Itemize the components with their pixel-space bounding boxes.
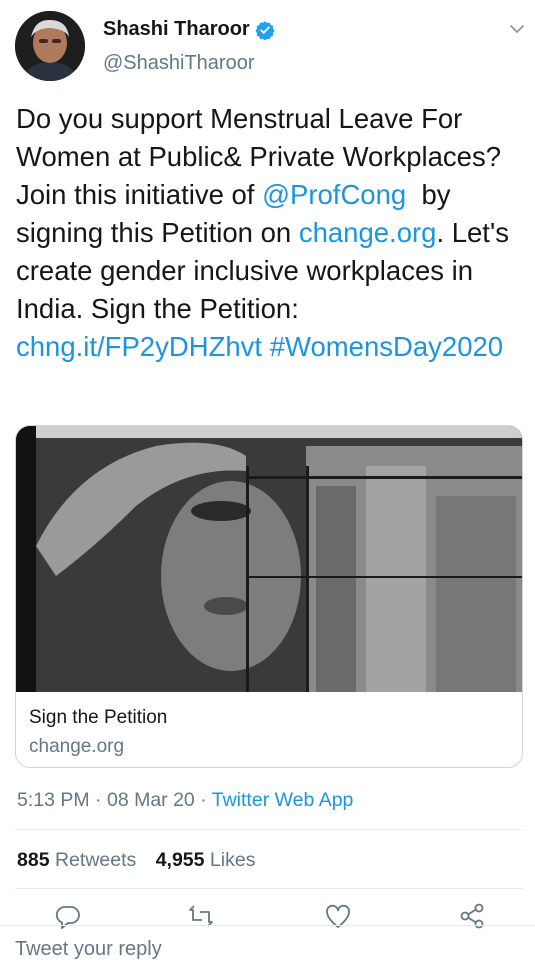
retweets-label: Retweets: [54, 849, 137, 871]
card-title: Sign the Petition: [29, 707, 168, 728]
tweet-stats: 885 Retweets 4,955 Likes: [17, 849, 255, 872]
link-card[interactable]: Sign the Petition change.org: [15, 425, 523, 768]
display-name[interactable]: Shashi Tharoor: [103, 18, 250, 41]
tweet-text: Do you support Menstrual Leave For Women…: [16, 100, 521, 366]
action-bar: [0, 900, 535, 929]
avatar-photo: [15, 11, 85, 81]
tweet-link[interactable]: change.org: [299, 217, 437, 248]
likes-stat[interactable]: 4,955 Likes: [156, 849, 256, 871]
meta-separator: ·: [194, 789, 212, 811]
divider: [15, 888, 523, 889]
divider: [15, 829, 523, 830]
tweet-date[interactable]: 08 Mar 20: [107, 789, 195, 811]
card-domain: change.org: [29, 736, 125, 757]
likes-label: Likes: [209, 849, 256, 871]
name-row: Shashi Tharoor: [103, 18, 275, 41]
retweets-stat[interactable]: 885 Retweets: [17, 849, 136, 871]
avatar[interactable]: [15, 11, 85, 81]
reply-input[interactable]: [15, 934, 515, 964]
card-image: [16, 426, 522, 692]
handle[interactable]: @ShashiTharoor: [103, 52, 254, 75]
tweet-source[interactable]: Twitter Web App: [212, 789, 354, 811]
tweet-link[interactable]: @ProfCong: [262, 179, 406, 210]
tweet-link[interactable]: chng.it/FP2yDHZhvt: [16, 331, 262, 362]
tweet-link[interactable]: #WomensDay2020: [270, 331, 503, 362]
tweet-time[interactable]: 5:13 PM: [17, 789, 90, 811]
likes-count: 4,955: [155, 849, 205, 871]
tweet-text-segment: [262, 331, 270, 362]
reply-bar: [0, 925, 535, 975]
verified-badge-icon: [255, 20, 275, 40]
tweet-header: Shashi Tharoor @ShashiTharoor: [0, 0, 535, 90]
chevron-down-icon[interactable]: [508, 20, 526, 38]
meta-separator: ·: [89, 789, 107, 811]
tweet-meta: 5:13 PM · 08 Mar 20 · Twitter Web App: [17, 789, 353, 812]
retweets-count: 885: [17, 849, 50, 871]
